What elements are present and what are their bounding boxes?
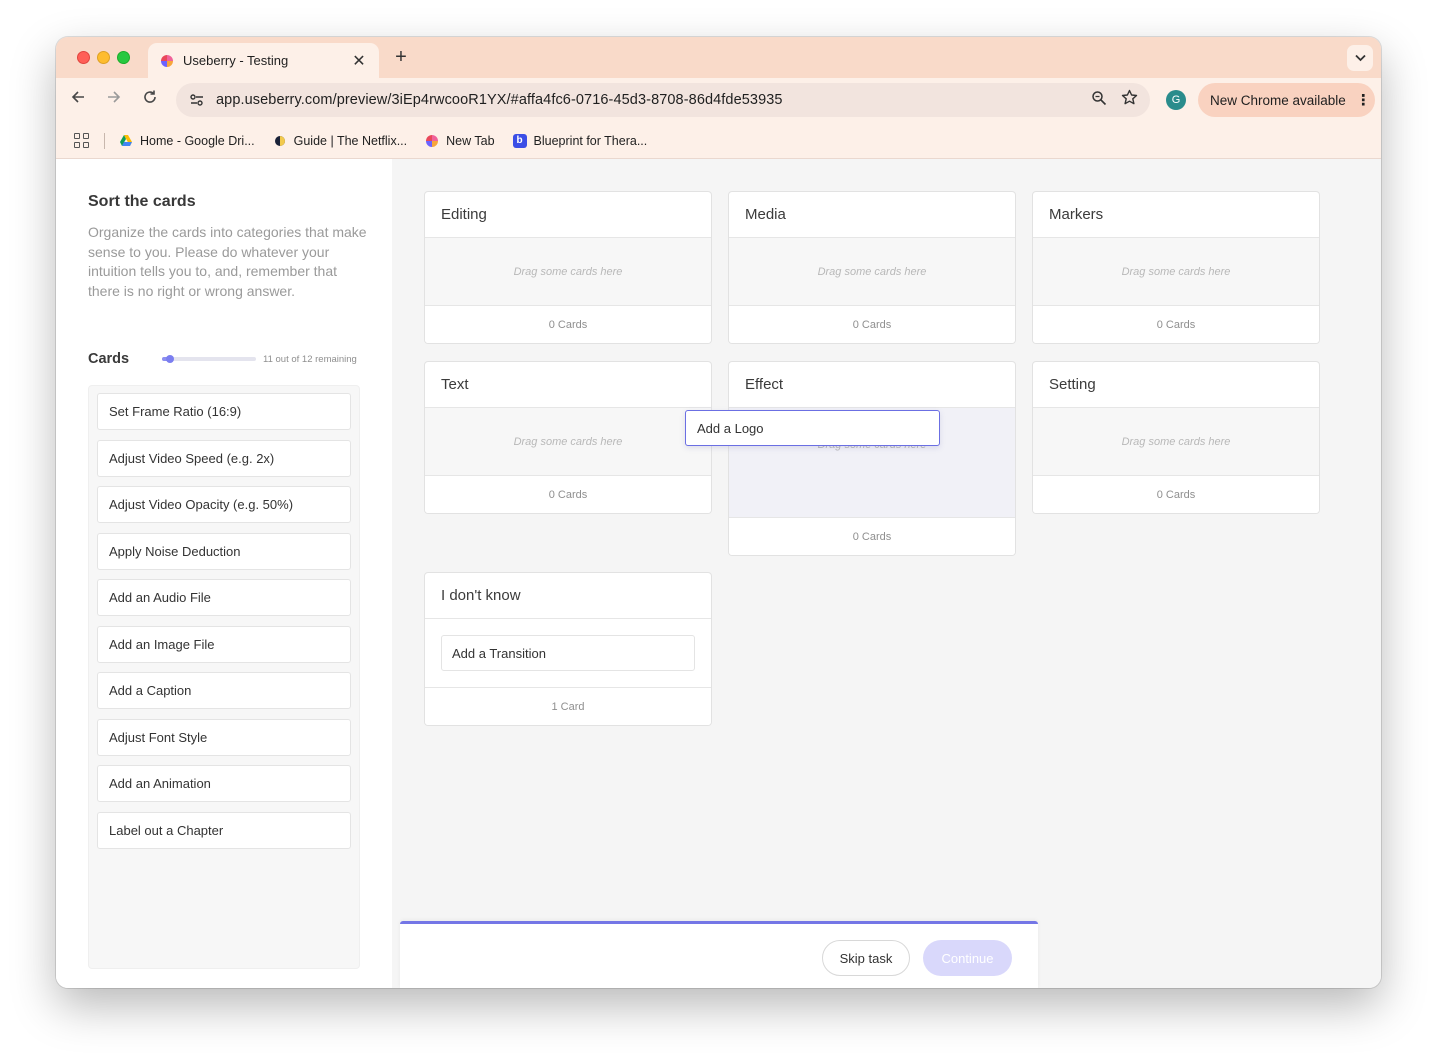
category-dont-know[interactable]: I don't know Add a Transition 1 Card	[424, 572, 712, 726]
blueprint-icon: b	[512, 133, 527, 148]
page-content: Sort the cards Organize the cards into c…	[56, 159, 1381, 988]
bookmark-new-tab[interactable]: New Tab	[425, 133, 495, 148]
apps-grid-icon[interactable]	[74, 132, 90, 149]
category-title: I don't know	[425, 573, 711, 619]
category-media[interactable]: Media Drag some cards here 0 Cards	[728, 191, 1016, 344]
update-label: New Chrome available	[1210, 92, 1346, 108]
reload-icon	[144, 90, 156, 103]
continue-button[interactable]: Continue	[923, 940, 1012, 976]
task-action-bar: Skip task Continue	[400, 921, 1038, 988]
chevron-down-icon	[1354, 54, 1366, 62]
browser-tab-active[interactable]: Useberry - Testing ✕	[148, 43, 379, 78]
category-card-count: 0 Cards	[1033, 475, 1319, 513]
url-text[interactable]: app.useberry.com/preview/3iEp4rwcooR1YX/…	[216, 92, 1091, 108]
bookmark-google-drive[interactable]: Home - Google Dri...	[119, 134, 255, 148]
tab-close-icon[interactable]: ✕	[351, 51, 367, 71]
category-card-count: 0 Cards	[729, 517, 1015, 555]
more-menu-icon[interactable]: ⋮	[1356, 91, 1371, 109]
new-chrome-available-button[interactable]: New Chrome available ⋮	[1198, 83, 1375, 117]
tab-search-button[interactable]	[1347, 45, 1373, 71]
category-text[interactable]: Text Drag some cards here 0 Cards	[424, 361, 712, 514]
arrow-left-icon	[71, 91, 84, 103]
bookmark-netflix-guide[interactable]: Guide | The Netflix...	[273, 134, 407, 148]
tab-strip: Useberry - Testing ✕ +	[56, 37, 1381, 78]
card-item[interactable]: Add a Transition	[441, 635, 695, 671]
card-list: Set Frame Ratio (16:9) Adjust Video Spee…	[88, 385, 360, 969]
category-drop-zone[interactable]: Add a Transition	[425, 619, 711, 687]
task-panel: Sort the cards Organize the cards into c…	[56, 159, 392, 988]
bookmark-label: Blueprint for Thera...	[533, 133, 648, 148]
tab-title: Useberry - Testing	[183, 53, 289, 68]
category-effect[interactable]: Effect Drag some cards here 0 Cards	[728, 361, 1016, 556]
cards-progress-bar	[162, 355, 256, 363]
category-title: Setting	[1033, 362, 1319, 408]
card-item[interactable]: Apply Noise Deduction	[97, 532, 351, 570]
bookmarks-bar: Home - Google Dri... Guide | The Netflix…	[56, 123, 1381, 159]
back-button[interactable]	[67, 89, 89, 111]
card-item[interactable]: Adjust Video Opacity (e.g. 50%)	[97, 486, 351, 523]
category-card-count: 0 Cards	[729, 305, 1015, 343]
category-title: Text	[425, 362, 711, 408]
browser-toolbar: app.useberry.com/preview/3iEp4rwcooR1YX/…	[56, 78, 1381, 123]
cards-heading: Cards	[88, 351, 130, 367]
card-item[interactable]: Add an Audio File	[97, 579, 351, 616]
category-drop-zone[interactable]: Drag some cards here	[425, 408, 711, 475]
zoom-icon[interactable]	[1091, 90, 1107, 111]
minimize-window-button[interactable]	[97, 51, 110, 64]
bookmark-label: New Tab	[446, 133, 495, 148]
task-description: Organize the cards into categories that …	[88, 224, 367, 299]
site-settings-icon[interactable]	[188, 91, 206, 109]
close-window-button[interactable]	[77, 51, 90, 64]
category-card-count: 0 Cards	[1033, 305, 1319, 343]
category-title: Effect	[729, 362, 1015, 408]
maximize-window-button[interactable]	[117, 51, 130, 64]
address-bar[interactable]: app.useberry.com/preview/3iEp4rwcooR1YX/…	[176, 83, 1150, 117]
bookmarks-divider	[104, 132, 105, 149]
category-drop-zone[interactable]: Drag some cards here	[729, 238, 1015, 305]
card-item[interactable]: Add a Caption	[97, 672, 351, 709]
card-item[interactable]: Set Frame Ratio (16:9)	[97, 393, 351, 430]
card-item[interactable]: Adjust Font Style	[97, 718, 351, 756]
new-tab-button[interactable]: +	[390, 46, 412, 69]
category-drop-zone[interactable]: Drag some cards here	[425, 238, 711, 305]
card-item[interactable]: Adjust Video Speed (e.g. 2x)	[97, 439, 351, 477]
dragging-card[interactable]: Add a Logo	[685, 410, 940, 446]
skip-task-button[interactable]: Skip task	[822, 940, 910, 976]
category-title: Markers	[1033, 192, 1319, 238]
category-setting[interactable]: Setting Drag some cards here 0 Cards	[1032, 361, 1320, 514]
reload-button[interactable]	[139, 89, 161, 111]
category-card-count: 1 Card	[425, 687, 711, 725]
profile-avatar[interactable]: G	[1166, 90, 1186, 110]
card-item[interactable]: Add an Image File	[97, 625, 351, 663]
netflix-guide-icon	[273, 134, 287, 148]
card-item[interactable]: Add an Animation	[97, 765, 351, 802]
task-title: Sort the cards	[88, 193, 196, 210]
google-drive-icon	[119, 134, 133, 148]
category-drop-zone[interactable]: Drag some cards here	[1033, 238, 1319, 305]
card-item[interactable]: Label out a Chapter	[97, 811, 351, 849]
forward-button[interactable]	[103, 89, 125, 111]
browser-window: Useberry - Testing ✕ + app.useberry.com/…	[56, 37, 1381, 988]
category-drop-zone[interactable]: Drag some cards here	[1033, 408, 1319, 475]
category-markers[interactable]: Markers Drag some cards here 0 Cards	[1032, 191, 1320, 344]
bookmark-label: Home - Google Dri...	[140, 133, 255, 148]
bookmark-blueprint[interactable]: b Blueprint for Thera...	[512, 133, 648, 148]
category-card-count: 0 Cards	[425, 305, 711, 343]
progress-dot	[165, 355, 174, 363]
category-editing[interactable]: Editing Drag some cards here 0 Cards	[424, 191, 712, 344]
bookmark-star-icon[interactable]	[1121, 89, 1138, 111]
category-title: Media	[729, 192, 1015, 238]
category-card-count: 0 Cards	[425, 475, 711, 513]
useberry-favicon-icon	[160, 54, 174, 68]
useberry-icon	[425, 134, 439, 148]
remaining-count: 11 out of 12 remaining	[263, 354, 357, 365]
category-title: Editing	[425, 192, 711, 238]
arrow-right-icon	[108, 91, 121, 103]
bookmark-label: Guide | The Netflix...	[293, 133, 408, 148]
